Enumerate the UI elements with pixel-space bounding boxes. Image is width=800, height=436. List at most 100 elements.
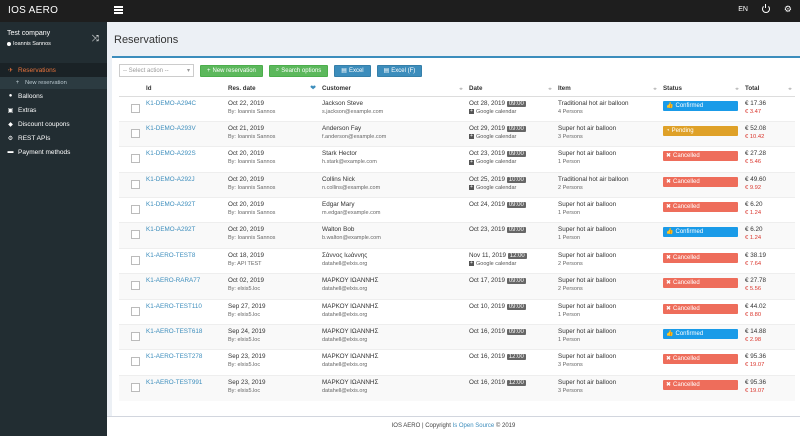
table-row: K1-DEMO-A292S Oct 20, 2019 By: Ioannis San… bbox=[119, 146, 795, 173]
row-checkbox[interactable] bbox=[131, 357, 140, 367]
row-checkbox[interactable] bbox=[131, 103, 140, 113]
row-checkbox[interactable] bbox=[131, 205, 140, 215]
sort-icon[interactable]: ◂▸ bbox=[653, 86, 657, 92]
status-badge[interactable]: ✖ Cancelled bbox=[663, 176, 738, 187]
reservation-id-link[interactable]: K1-AERO-TEST110 bbox=[146, 303, 202, 310]
reservation-id-link[interactable]: K1-DEMO-A292J bbox=[146, 176, 195, 183]
reservation-id-link[interactable]: K1-AERO-TEST8 bbox=[146, 252, 195, 259]
menu-toggle-icon[interactable] bbox=[114, 6, 123, 14]
sidebar-item-rest-apis[interactable]: ⚙ REST APIs bbox=[0, 131, 107, 145]
sidebar-item-discount-coupons[interactable]: ◆ Discount coupons bbox=[0, 117, 107, 131]
logout-icon[interactable] bbox=[761, 3, 770, 13]
res-date-cell: Oct 20, 2019 By: Ioannis Sannos bbox=[225, 222, 319, 249]
google-calendar-link[interactable]: + Google calendar bbox=[469, 108, 555, 116]
status-badge[interactable]: ◔ Pending bbox=[663, 125, 738, 136]
company-name: Test company bbox=[7, 30, 51, 37]
status-badge[interactable]: ✖ Cancelled bbox=[663, 252, 738, 263]
status-badge[interactable]: 👍 Confirmed bbox=[663, 227, 738, 238]
google-calendar-link[interactable]: + Google calendar bbox=[469, 158, 555, 166]
due-amount: € 1.24 bbox=[745, 235, 762, 242]
status-badge[interactable]: 👍 Confirmed bbox=[663, 329, 738, 340]
status-badge[interactable]: ✖ Cancelled bbox=[663, 278, 738, 289]
switch-company-icon[interactable]: ⤨ bbox=[92, 33, 99, 44]
language-switch[interactable]: EN bbox=[738, 6, 748, 13]
status-badge[interactable]: 👍 Confirmed bbox=[663, 100, 738, 111]
customer-name: Anderson Fay bbox=[322, 124, 362, 132]
status-badge[interactable]: ✖ Cancelled bbox=[663, 354, 738, 365]
google-calendar-link[interactable]: + Google calendar bbox=[469, 260, 555, 268]
search-options-button[interactable]: ⌕ Search options bbox=[268, 64, 329, 77]
reservation-id-link[interactable]: K1-AERO-TEST278 bbox=[146, 353, 202, 360]
row-checkbox[interactable] bbox=[131, 255, 140, 265]
top-navbar: IOS AERO EN ⚙ bbox=[0, 0, 800, 22]
reservation-id-link[interactable]: K1-AERO-TEST618 bbox=[146, 328, 202, 335]
col-customer[interactable]: Customer ◂▸ bbox=[319, 82, 466, 97]
status-badge[interactable]: ✖ Cancelled bbox=[663, 151, 738, 162]
row-checkbox[interactable] bbox=[131, 230, 140, 240]
row-checkbox[interactable] bbox=[131, 332, 140, 342]
res-date: Oct 02, 2019 bbox=[228, 277, 265, 285]
table-row: K1-DEMO-A294C Oct 22, 2019 By: Ioannis San… bbox=[119, 95, 795, 122]
sort-icon[interactable]: ◂▸ bbox=[788, 86, 792, 92]
status-label: Cancelled bbox=[673, 381, 700, 388]
status-badge[interactable]: ✖ Cancelled bbox=[663, 202, 738, 213]
new-reservation-button[interactable]: + New reservation bbox=[200, 64, 263, 77]
status-badge[interactable]: ✖ Cancelled bbox=[663, 303, 738, 314]
col-total[interactable]: Total ◂▸ bbox=[742, 82, 795, 97]
sort-icon[interactable]: ◂▸ bbox=[459, 86, 463, 92]
sidebar-item-extras[interactable]: ▣ Extras bbox=[0, 103, 107, 117]
sidebar-item-balloons[interactable]: ● Balloons bbox=[0, 89, 107, 103]
reservation-id-link[interactable]: K1-DEMO-A292S bbox=[146, 150, 196, 157]
row-checkbox[interactable] bbox=[131, 154, 140, 164]
res-date-cell: Sep 24, 2019 By: elxis5.loc bbox=[225, 324, 319, 350]
gear-icon[interactable]: ⚙ bbox=[784, 5, 792, 14]
status-badge[interactable]: ✖ Cancelled bbox=[663, 379, 738, 390]
sidebar-item-payment-methods[interactable]: ▬ Payment methods bbox=[0, 145, 107, 159]
sidebar-item-new-reservation[interactable]: + New reservation bbox=[0, 77, 107, 89]
row-checkbox[interactable] bbox=[131, 382, 140, 392]
date-cell: Oct 17, 2019 09:00 bbox=[466, 273, 555, 300]
action-select[interactable]: -- Select action -- ▾ bbox=[119, 64, 194, 77]
persons-count: 1 Person bbox=[558, 159, 581, 166]
brand-logo[interactable]: IOS AERO bbox=[8, 5, 58, 16]
col-id[interactable]: Id bbox=[143, 82, 225, 97]
col-item[interactable]: Item ◂▸ bbox=[555, 82, 660, 97]
sort-icon[interactable]: ◂▸ bbox=[735, 86, 739, 92]
item-cell: Super hot air balloon 3 Persons bbox=[555, 120, 660, 147]
reservation-id-link[interactable]: K1-AERO-RARA77 bbox=[146, 277, 200, 284]
total-cell: € 27.28 € 5.46 bbox=[742, 146, 795, 173]
reservation-id-link[interactable]: K1-DEMO-A293V bbox=[146, 125, 196, 132]
item-name: Traditional hot air balloon bbox=[558, 175, 629, 183]
reservation-id-link[interactable]: K1-DEMO-A292T bbox=[146, 201, 195, 208]
reservation-id-link[interactable]: K1-AERO-TEST991 bbox=[146, 379, 202, 386]
table-row: K1-DEMO-A292J Oct 20, 2019 By: Ioannis San… bbox=[119, 171, 795, 198]
sort-icon[interactable]: ◂▸ bbox=[548, 86, 552, 92]
excel-f-button[interactable]: ▤ Excel (F) bbox=[376, 64, 423, 77]
customer-cell: Edgar Mary m.edgar@example.com bbox=[319, 197, 466, 223]
total-amount: € 95.36 bbox=[745, 378, 767, 386]
google-calendar-link[interactable]: + Google calendar bbox=[469, 184, 555, 192]
status-cell: ✖ Cancelled bbox=[660, 146, 742, 173]
sort-desc-icon[interactable]: ❤ bbox=[310, 84, 316, 92]
sidebar-item-reservations[interactable]: ✈ Reservations bbox=[0, 63, 107, 77]
due-amount: € 1.24 bbox=[745, 210, 762, 217]
col-res-date[interactable]: Res. date ❤ bbox=[225, 82, 319, 97]
row-checkbox[interactable] bbox=[131, 179, 140, 189]
footer-link[interactable]: Is Open Source bbox=[453, 423, 495, 429]
google-calendar-link[interactable]: + Google calendar bbox=[469, 133, 555, 141]
row-checkbox[interactable] bbox=[131, 306, 140, 316]
id-cell: K1-AERO-TEST618 bbox=[143, 324, 225, 350]
row-checkbox[interactable] bbox=[131, 281, 140, 291]
col-date[interactable]: Date ◂▸ bbox=[466, 82, 555, 97]
toolbar: -- Select action -- ▾ + New reservation … bbox=[119, 64, 423, 77]
table-row: K1-AERO-TEST8 Oct 18, 2019 By: API TEST Σάν… bbox=[119, 247, 795, 274]
google-calendar-label: Google calendar bbox=[476, 184, 517, 191]
row-checkbox[interactable] bbox=[131, 128, 140, 138]
customer-name: ΜΑΡΚΟΥ ΙΩΑΝΝΗΣ bbox=[322, 378, 379, 386]
created-by: By: elxis5.loc bbox=[228, 337, 261, 344]
reservation-id-link[interactable]: K1-DEMO-A292T bbox=[146, 226, 195, 233]
row-select-cell bbox=[119, 146, 143, 173]
excel-button[interactable]: ▤ Excel bbox=[334, 64, 371, 77]
col-status[interactable]: Status ◂▸ bbox=[660, 82, 742, 97]
reservation-id-link[interactable]: K1-DEMO-A294C bbox=[146, 100, 196, 107]
